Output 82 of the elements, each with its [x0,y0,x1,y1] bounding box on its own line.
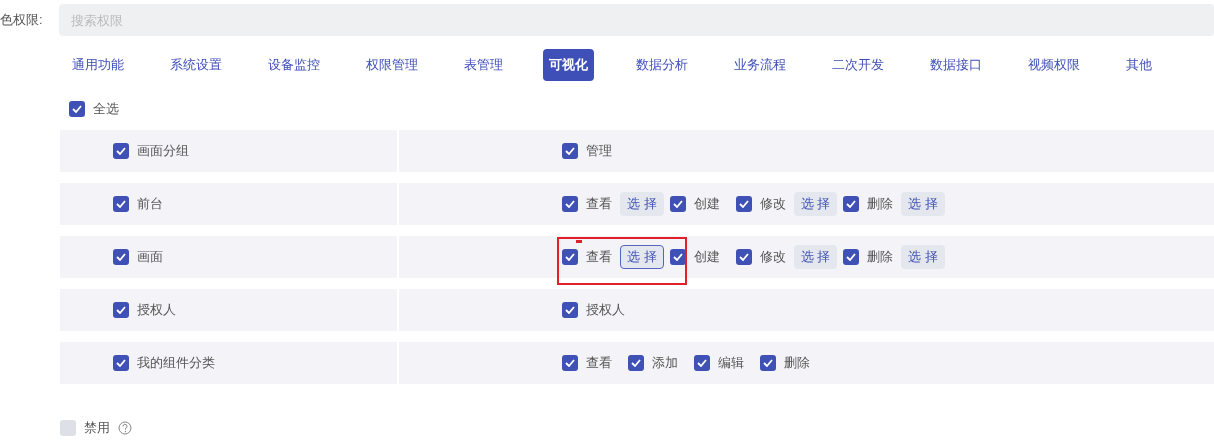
checkbox[interactable] [628,355,644,371]
checkmark-icon [565,359,575,367]
checkmark-icon [846,200,857,208]
checkbox-label: 授权人 [586,301,625,320]
checkbox-label: 修改 [759,195,786,214]
select-button[interactable]: 选 择 [901,192,945,216]
checkbox[interactable] [113,143,129,159]
checkbox[interactable] [669,196,686,212]
checkbox[interactable] [694,355,710,371]
tab[interactable]: 其他 [1120,49,1158,81]
field-label: 色权限: [0,11,44,30]
checkbox[interactable] [735,249,752,265]
tab[interactable]: 表管理 [458,49,509,81]
checkbox-label: 创建 [693,248,720,267]
select-button[interactable]: 选 择 [620,245,664,269]
checkbox[interactable] [562,196,578,212]
checkbox-label: 创建 [693,195,720,214]
checkmark-icon [116,253,126,261]
checkbox-label: 我的组件分类 [137,354,215,373]
checkmark-icon [116,200,126,208]
select-button[interactable]: 选 择 [620,192,664,216]
checkbox[interactable] [562,302,578,318]
tab[interactable]: 可视化 [543,49,594,81]
select-button[interactable]: 选 择 [793,192,838,216]
checkbox-label: 查看 [586,354,612,373]
checkmark-icon [565,253,575,261]
tab[interactable]: 权限管理 [360,49,424,81]
checkbox[interactable] [113,302,129,318]
tab[interactable]: 设备监控 [262,49,326,81]
checkbox[interactable] [760,355,776,371]
checkmark-icon [672,253,683,261]
checkbox[interactable] [562,249,578,265]
checkbox-label: 前台 [137,195,163,214]
checkmark-icon [763,359,773,367]
checkmark-icon [116,306,126,314]
tab[interactable]: 数据接口 [924,49,988,81]
checkmark-icon [72,105,82,113]
checkmark-icon [672,200,683,208]
checkbox-label: 授权人 [137,301,176,320]
checkbox-label: 全选 [93,100,119,119]
checkbox[interactable] [562,143,578,159]
checkbox-label: 删除 [867,248,894,267]
select-button[interactable]: 选 择 [793,245,838,269]
checkbox-label: 禁用 [84,419,110,437]
checkbox-label: 查看 [586,195,612,214]
checkbox-label: 查看 [586,248,612,267]
checkbox[interactable] [69,101,85,117]
checkbox[interactable] [113,196,129,212]
tab[interactable]: 视频权限 [1022,49,1086,81]
checkmark-icon [738,253,749,261]
tab[interactable]: 通用功能 [66,49,130,81]
checkbox-label: 删除 [867,195,894,214]
checkbox-label: 添加 [652,354,678,373]
checkbox-label: 画面 [137,248,163,267]
checkbox-label: 管理 [586,142,612,161]
checkbox[interactable] [669,249,686,265]
checkmark-icon [738,200,749,208]
checkbox[interactable] [562,355,578,371]
checkbox-label: 画面分组 [137,142,189,161]
checkbox[interactable] [843,196,860,212]
checkbox[interactable] [113,355,129,371]
tab[interactable]: 业务流程 [728,49,792,81]
tab[interactable]: 数据分析 [630,49,694,81]
checkmark-icon [697,359,707,367]
checkbox-label: 编辑 [718,354,744,373]
checkmark-icon [565,306,575,314]
checkbox-label: 修改 [759,248,786,267]
checkbox[interactable] [113,249,129,265]
checkmark-icon [565,200,575,208]
checkmark-icon [116,359,126,367]
tab[interactable]: 系统设置 [164,49,228,81]
checkmark-icon [631,359,641,367]
help-icon[interactable] [118,420,132,435]
checkbox[interactable] [60,419,76,436]
checkmark-icon [846,253,857,261]
checkmark-icon [116,147,126,155]
select-button[interactable]: 选 择 [901,245,945,269]
tab[interactable]: 二次开发 [826,49,890,81]
checkbox[interactable] [735,196,752,212]
checkbox[interactable] [843,249,860,265]
checkmark-icon [565,147,575,155]
checkbox-label: 删除 [784,354,810,373]
